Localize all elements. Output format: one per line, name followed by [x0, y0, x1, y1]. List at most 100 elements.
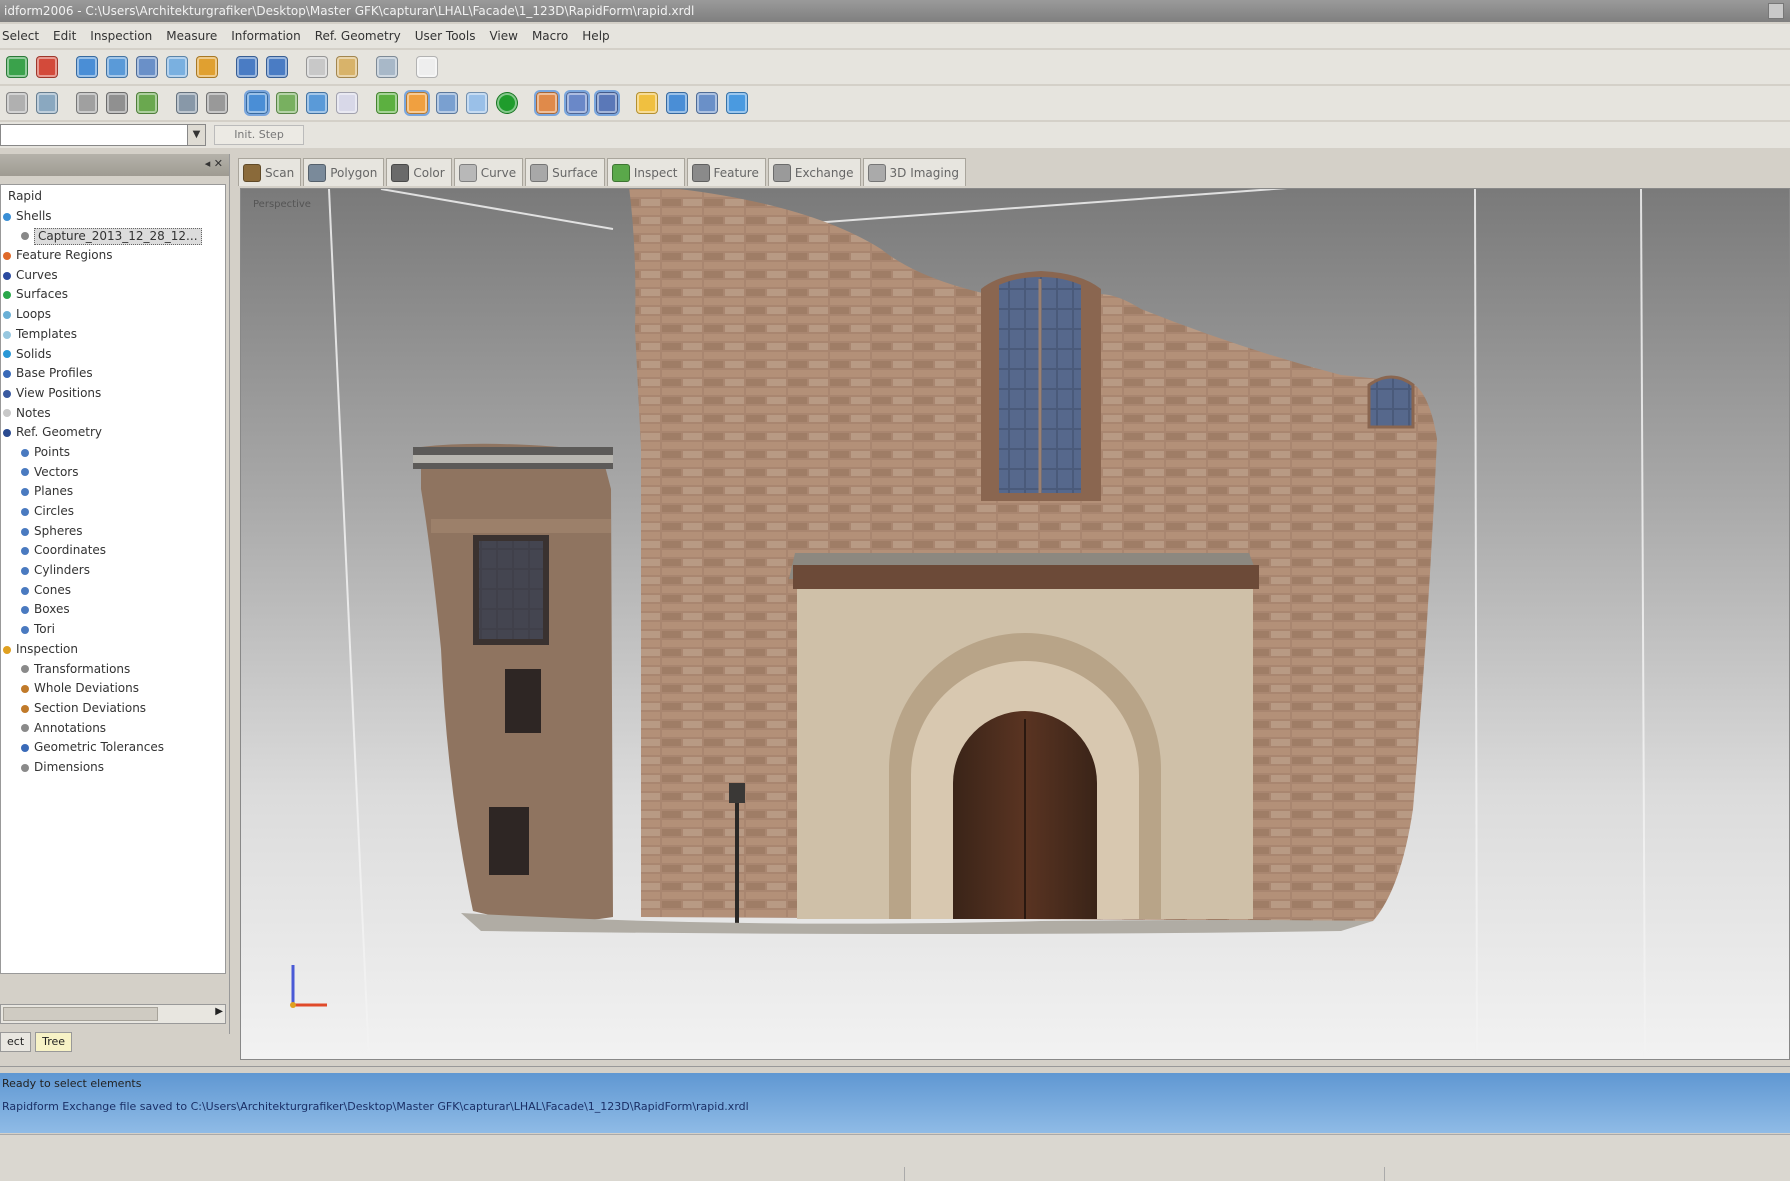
- tree-item-circles[interactable]: Circles: [1, 502, 225, 522]
- menu-ref-geometry[interactable]: Ref. Geometry: [315, 29, 401, 43]
- tree-node-icon: [3, 370, 11, 379]
- tree-item-curves[interactable]: Curves: [1, 266, 225, 286]
- tree-item-label: Inspection: [16, 641, 78, 656]
- tree-horizontal-scrollbar[interactable]: ▶: [0, 1004, 226, 1024]
- tree-item-points[interactable]: Points: [1, 443, 225, 463]
- tree-item-shells[interactable]: Shells: [1, 207, 225, 227]
- tab-exchange[interactable]: Exchange: [767, 158, 861, 186]
- tree-item-rapid[interactable]: Rapid: [1, 187, 225, 207]
- globe-green-icon[interactable]: [6, 56, 28, 78]
- menu-select[interactable]: Select: [2, 29, 39, 43]
- import-icon[interactable]: [76, 56, 98, 78]
- tree-item-dimensions[interactable]: Dimensions: [1, 758, 225, 778]
- tab-scan[interactable]: Scan: [238, 158, 302, 186]
- tab-polygon[interactable]: Polygon: [303, 158, 385, 186]
- tree-item-surfaces[interactable]: Surfaces: [1, 285, 225, 305]
- scroll-right-icon[interactable]: ▶: [215, 1006, 223, 1017]
- window-close-button[interactable]: [1768, 3, 1784, 19]
- facade-scan-model[interactable]: [241, 189, 1790, 1060]
- tree-item-whole-deviations[interactable]: Whole Deviations: [1, 679, 225, 699]
- section-icon[interactable]: [696, 92, 718, 114]
- view-iso-icon[interactable]: [244, 90, 270, 116]
- tree-item-planes[interactable]: Planes: [1, 482, 225, 502]
- fit-icon[interactable]: [36, 92, 58, 114]
- menu-inspection[interactable]: Inspection: [90, 29, 152, 43]
- pin-icon[interactable]: ◂ ✕: [205, 157, 223, 170]
- 3d-viewport[interactable]: Perspective: [240, 188, 1790, 1060]
- tree-item-templates[interactable]: Templates: [1, 325, 225, 345]
- bottle-icon[interactable]: [726, 92, 748, 114]
- cube-icon[interactable]: [176, 92, 198, 114]
- window-icon[interactable]: [336, 92, 358, 114]
- tree-item-geometric-tolerances[interactable]: Geometric Tolerances: [1, 738, 225, 758]
- tree-item-tori[interactable]: Tori: [1, 620, 225, 640]
- stop-red-icon[interactable]: [36, 56, 58, 78]
- menu-help[interactable]: Help: [582, 29, 609, 43]
- tree-item-cones[interactable]: Cones: [1, 581, 225, 601]
- face-icon[interactable]: [594, 90, 620, 116]
- tree-item-annotations[interactable]: Annotations: [1, 719, 225, 739]
- export-icon[interactable]: [106, 56, 128, 78]
- paste-icon[interactable]: [336, 56, 358, 78]
- tree-item-loops[interactable]: Loops: [1, 305, 225, 325]
- init-step-button[interactable]: Init. Step: [214, 125, 304, 145]
- tree-item-spheres[interactable]: Spheres: [1, 522, 225, 542]
- tree-item-inspection[interactable]: Inspection: [1, 640, 225, 660]
- tree-tab-select[interactable]: ect: [0, 1032, 32, 1052]
- select-window-icon[interactable]: [376, 56, 398, 78]
- tree-item-ref-geometry[interactable]: Ref. Geometry: [1, 423, 225, 443]
- render-icon[interactable]: [534, 90, 560, 116]
- menu-view[interactable]: View: [489, 29, 517, 43]
- shape-orange-icon[interactable]: [404, 90, 430, 116]
- tab-surface[interactable]: Surface: [525, 158, 605, 186]
- chevron-down-icon[interactable]: ▼: [187, 125, 205, 145]
- tree-item-feature-regions[interactable]: Feature Regions: [1, 246, 225, 266]
- redo-icon[interactable]: [266, 56, 288, 78]
- tree-item-cylinders[interactable]: Cylinders: [1, 561, 225, 581]
- tree-item-notes[interactable]: Notes: [1, 404, 225, 424]
- tree-item-view-positions[interactable]: View Positions: [1, 384, 225, 404]
- pointer-icon[interactable]: [416, 56, 438, 78]
- zoom-icon[interactable]: [6, 92, 28, 114]
- menu-edit[interactable]: Edit: [53, 29, 76, 43]
- tree-item-section-deviations[interactable]: Section Deviations: [1, 699, 225, 719]
- palette-icon[interactable]: [196, 56, 218, 78]
- copy-icon[interactable]: [306, 56, 328, 78]
- menu-user-tools[interactable]: User Tools: [415, 29, 476, 43]
- cloud-icon[interactable]: [166, 56, 188, 78]
- grid-snap-icon[interactable]: [276, 92, 298, 114]
- menu-measure[interactable]: Measure: [166, 29, 217, 43]
- sphere-icon[interactable]: [206, 92, 228, 114]
- selection-combo[interactable]: ▼: [0, 124, 206, 146]
- record-green-icon[interactable]: [496, 92, 518, 114]
- rotate-icon[interactable]: [306, 92, 328, 114]
- tab-color[interactable]: Color: [386, 158, 452, 186]
- tab-feature[interactable]: Feature: [686, 158, 766, 186]
- save-icon[interactable]: [136, 56, 158, 78]
- undo-icon[interactable]: [236, 56, 258, 78]
- tree-item-vectors[interactable]: Vectors: [1, 463, 225, 483]
- menu-macro[interactable]: Macro: [532, 29, 568, 43]
- tree-item-coordinates[interactable]: Coordinates: [1, 541, 225, 561]
- check-green-icon[interactable]: [376, 92, 398, 114]
- tree-tab-tree[interactable]: Tree: [35, 1032, 73, 1052]
- tree-item-capture-2013-12-28-12[interactable]: Capture_2013_12_28_12...: [1, 226, 225, 246]
- cloud2-icon[interactable]: [466, 92, 488, 114]
- tree-item-boxes[interactable]: Boxes: [1, 600, 225, 620]
- edge-icon[interactable]: [564, 90, 590, 116]
- tree-item-base-profiles[interactable]: Base Profiles: [1, 364, 225, 384]
- tab-3d-imaging[interactable]: 3D Imaging: [862, 158, 966, 186]
- layers-icon[interactable]: [136, 92, 158, 114]
- exchange-icon: [772, 163, 791, 182]
- scrollbar-thumb[interactable]: [3, 1007, 158, 1021]
- mesh-icon[interactable]: [76, 92, 98, 114]
- tree-item-solids[interactable]: Solids: [1, 345, 225, 365]
- tab-inspect[interactable]: Inspect: [606, 158, 685, 186]
- camera-icon[interactable]: [666, 92, 688, 114]
- link-icon[interactable]: [436, 92, 458, 114]
- tab-curve[interactable]: Curve: [453, 158, 524, 186]
- tree-item-transformations[interactable]: Transformations: [1, 660, 225, 680]
- menu-information[interactable]: Information: [231, 29, 300, 43]
- points-icon[interactable]: [106, 92, 128, 114]
- light-icon[interactable]: [636, 92, 658, 114]
